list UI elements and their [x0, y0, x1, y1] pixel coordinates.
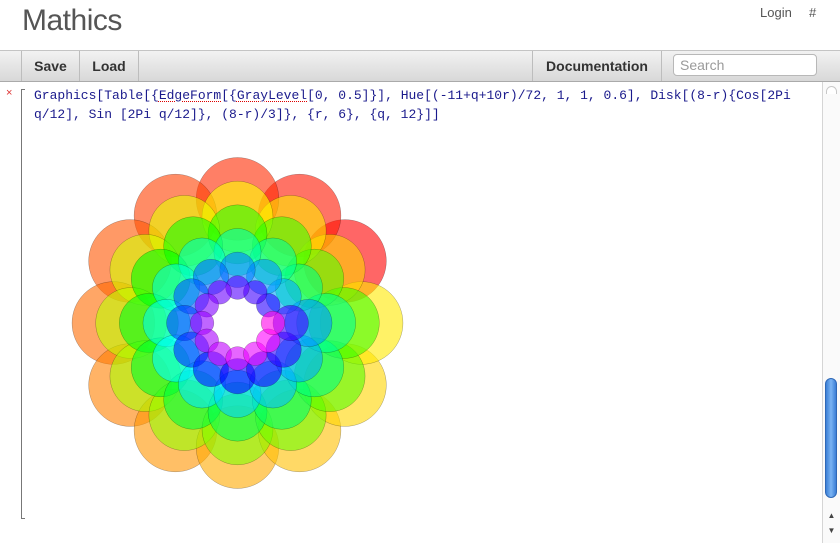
- toolbar: Save Load Documentation: [0, 50, 840, 82]
- code-warning-graylevel: GrayLevel: [236, 88, 308, 103]
- toolbar-divider: [661, 51, 662, 81]
- cell-bracket[interactable]: [21, 89, 25, 519]
- code-text: [{: [221, 88, 237, 103]
- load-button[interactable]: Load: [80, 51, 138, 81]
- hash-link[interactable]: #: [809, 5, 816, 20]
- login-link[interactable]: Login: [760, 5, 792, 20]
- documentation-button[interactable]: Documentation: [533, 51, 661, 81]
- input-code[interactable]: Graphics[Table[{EdgeForm[{GrayLevel[0, 0…: [34, 86, 804, 124]
- search-input[interactable]: [673, 54, 817, 76]
- code-text: Graphics[Table[{: [34, 88, 159, 103]
- scrollbar-track-top: [826, 86, 837, 94]
- graphics-output: [71, 157, 404, 489]
- scroll-down-icon[interactable]: ▼: [826, 525, 837, 536]
- code-warning-edgeform: EdgeForm: [158, 88, 222, 103]
- disk: [260, 311, 285, 335]
- close-icon[interactable]: ×: [6, 88, 12, 99]
- header: Mathics Login #: [0, 0, 840, 50]
- app-title[interactable]: Mathics: [22, 4, 122, 38]
- scrollbar[interactable]: ▲ ▼: [822, 82, 840, 543]
- scrollbar-thumb[interactable]: [825, 378, 837, 498]
- toolbar-divider: [138, 51, 139, 81]
- scroll-up-icon[interactable]: ▲: [826, 510, 837, 521]
- save-button[interactable]: Save: [22, 51, 79, 81]
